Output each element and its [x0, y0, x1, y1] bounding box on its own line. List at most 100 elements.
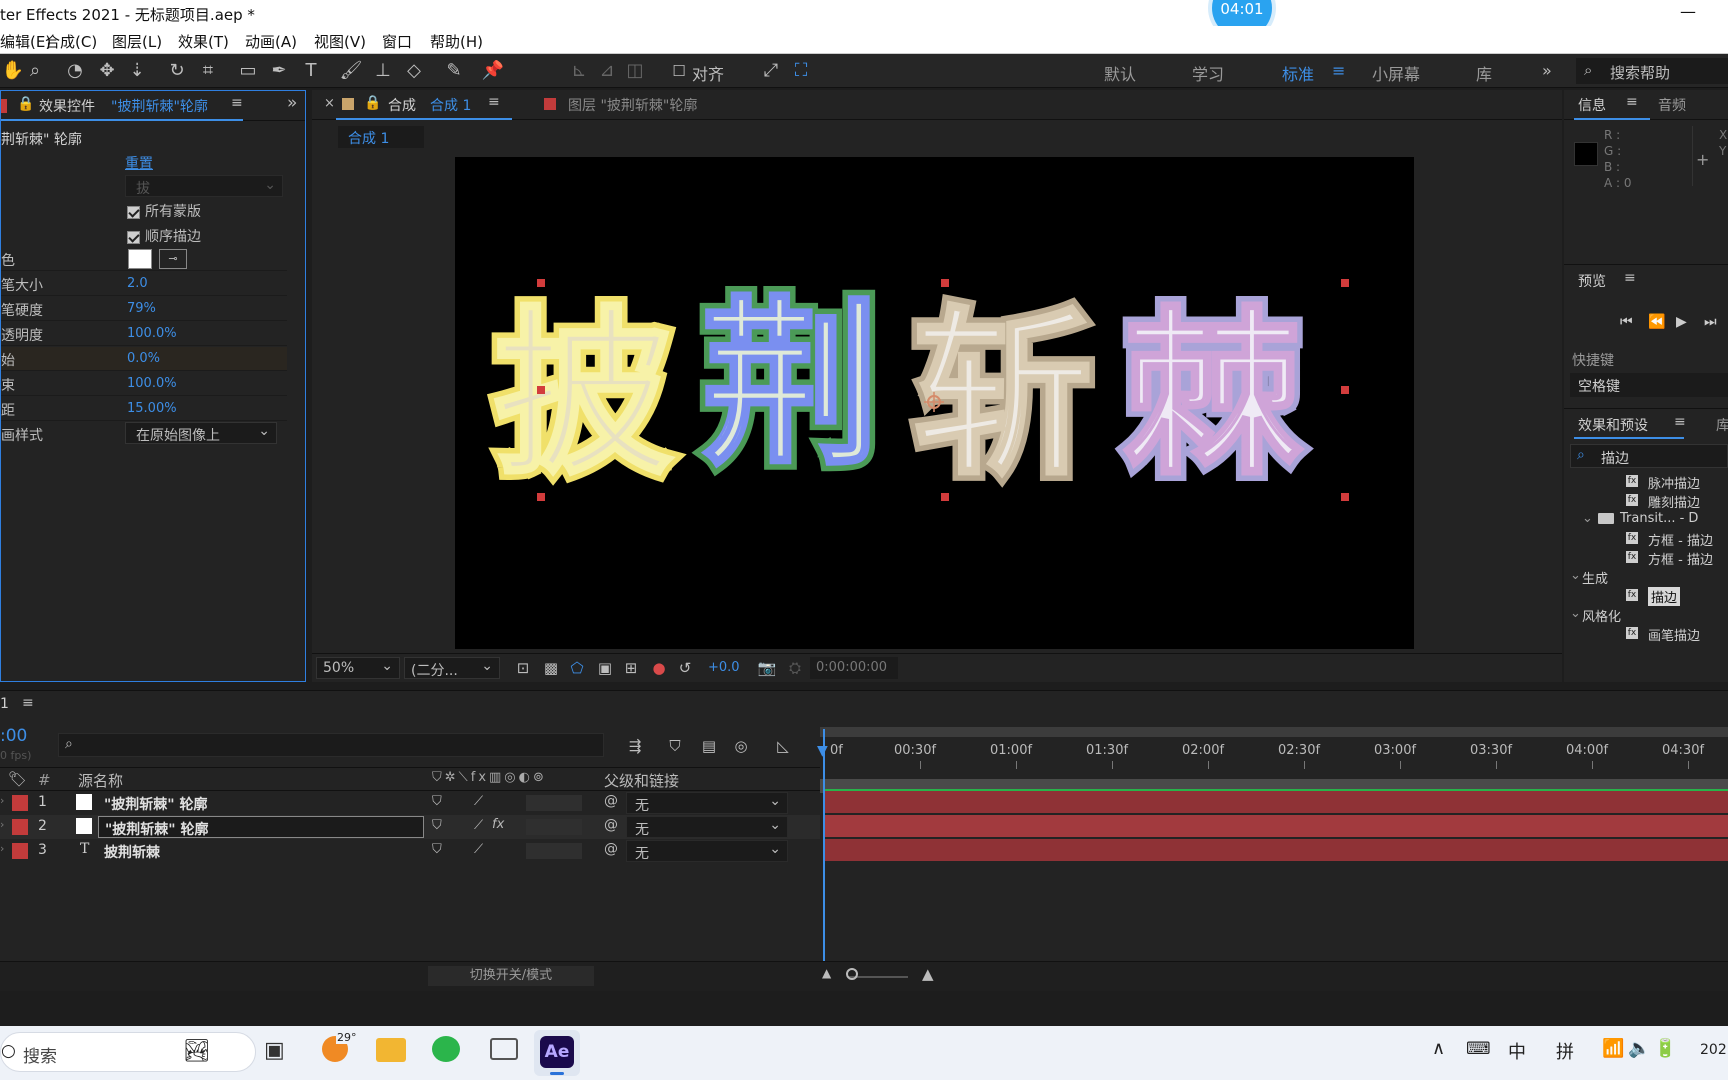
- effect-item[interactable]: fx 雕刻描边: [1564, 491, 1728, 511]
- pan-icon[interactable]: ✥: [94, 58, 120, 84]
- align-checkbox[interactable]: ☐: [666, 58, 692, 84]
- transparency-grid-icon[interactable]: ▩: [538, 655, 564, 681]
- transform-handle[interactable]: [941, 279, 949, 287]
- all-masks-checkbox[interactable]: 所有蒙版: [127, 201, 201, 221]
- minimize-button[interactable]: —: [1680, 2, 1696, 21]
- layer-bar-3[interactable]: [824, 839, 1728, 861]
- text-tool-icon[interactable]: T: [298, 58, 324, 84]
- fast-preview-icon[interactable]: ⊡: [510, 655, 536, 681]
- help-search-input[interactable]: ⌕ 搜索帮助: [1576, 58, 1728, 84]
- quality-switch-icon[interactable]: ⟋: [474, 818, 483, 833]
- quality-switch-icon[interactable]: ⟋: [474, 794, 483, 809]
- snapshot-icon[interactable]: 📷: [754, 655, 780, 681]
- shy-switch-icon[interactable]: ⛉: [432, 794, 442, 809]
- rotate-icon[interactable]: ↻: [164, 58, 190, 84]
- effects-search-input[interactable]: ⌕ 描边: [1570, 444, 1728, 468]
- panel-menu-icon[interactable]: ≡: [1626, 94, 1638, 110]
- channels-icon[interactable]: ●: [646, 655, 672, 681]
- reset-exposure-icon[interactable]: ↺: [672, 655, 698, 681]
- volume-icon[interactable]: 🔈: [1628, 1038, 1650, 1059]
- time-ruler[interactable]: 0f 00:30f 01:00f 01:30f 02:00f 02:30f 03:00f 03…: [820, 727, 1728, 793]
- visibility-toggle-icon[interactable]: ›: [0, 818, 4, 831]
- brush-size-value[interactable]: 2.0: [127, 276, 148, 291]
- eyedropper-icon[interactable]: ⊸: [159, 249, 187, 269]
- transform-handle[interactable]: [537, 493, 545, 501]
- zoom-in-icon[interactable]: ▲: [922, 965, 934, 983]
- timeline-tab[interactable]: 1: [0, 696, 9, 712]
- puppet-icon[interactable]: 📌: [480, 58, 506, 84]
- battery-icon[interactable]: 🔋: [1654, 1038, 1676, 1059]
- play-icon[interactable]: ▶: [1676, 314, 1687, 330]
- menu-help[interactable]: 帮助(H): [430, 31, 483, 52]
- spacing-value[interactable]: 15.00%: [127, 401, 177, 416]
- pen-icon[interactable]: ✒: [266, 58, 292, 84]
- orbit-icon[interactable]: ◔: [62, 58, 88, 84]
- layer-name[interactable]: 披荆斩棘: [98, 840, 424, 862]
- eraser-icon[interactable]: ◇: [401, 58, 427, 84]
- transform-handle[interactable]: [941, 493, 949, 501]
- pickwhip-icon[interactable]: @: [604, 793, 618, 809]
- current-timecode[interactable]: :00: [0, 726, 27, 746]
- label-tag-icon[interactable]: 🏷: [8, 770, 27, 788]
- clock-date[interactable]: 202: [1700, 1042, 1727, 1058]
- layer-bar-2[interactable]: [824, 815, 1728, 837]
- lock-icon[interactable]: 🔒: [17, 96, 34, 112]
- exposure-value[interactable]: +0.0: [708, 660, 740, 675]
- layer-bar-1[interactable]: [824, 791, 1728, 813]
- source-name-header[interactable]: 源名称: [78, 770, 123, 791]
- zoom-slider-knob[interactable]: [846, 968, 858, 980]
- rectangle-icon[interactable]: ▭: [235, 58, 261, 84]
- expand-panels-icon[interactable]: »: [287, 93, 297, 113]
- parent-dropdown[interactable]: 无 ⌄: [626, 816, 788, 838]
- snap-icon[interactable]: ⛶: [788, 58, 814, 84]
- fx-switch-icon[interactable]: fx: [492, 817, 504, 832]
- parent-link-header[interactable]: 父级和链接: [604, 770, 679, 791]
- workspace-learn[interactable]: 学习: [1192, 61, 1224, 85]
- expand-icon[interactable]: ⤢: [758, 58, 784, 84]
- library-tab[interactable]: 库: [1716, 415, 1728, 435]
- start-value[interactable]: 0.0%: [127, 351, 160, 366]
- layer-search-input[interactable]: ⌕: [58, 733, 604, 757]
- frame-blending-icon[interactable]: ▤: [696, 733, 722, 759]
- panel-menu-icon[interactable]: ≡: [1674, 414, 1686, 430]
- show-snapshot-icon[interactable]: ⛭: [782, 655, 808, 681]
- workspace-menu-icon[interactable]: ≡: [1332, 61, 1345, 80]
- shy-switch-icon[interactable]: ⛉: [432, 818, 442, 833]
- brush-hardness-value[interactable]: 79%: [127, 301, 156, 316]
- graph-editor-icon[interactable]: ◺: [770, 733, 796, 759]
- panel-menu-icon[interactable]: ≡: [488, 94, 500, 110]
- resolution-dropdown[interactable]: (二分... ⌄: [404, 657, 500, 679]
- menu-edit[interactable]: 编辑(E): [0, 31, 51, 52]
- breadcrumb[interactable]: 合成 1: [338, 126, 424, 148]
- transform-handle[interactable]: [537, 386, 545, 394]
- lock-icon[interactable]: 🔒: [364, 95, 381, 111]
- label-color-icon[interactable]: [12, 843, 28, 859]
- comp-canvas[interactable]: 披 披 荆 荆 斩 斩 棘 棘: [455, 157, 1414, 649]
- effect-item[interactable]: fx 方框 - 描边: [1564, 529, 1728, 549]
- shy-layers-icon[interactable]: ⛉: [662, 733, 688, 759]
- layer-row[interactable]: › 2 "披荆斩棘" 轮廓 ⛉ ⟋ fx @ 无 ⌄: [0, 815, 820, 839]
- file-explorer-icon[interactable]: [376, 1038, 406, 1062]
- layer-name[interactable]: "披荆斩棘" 轮廓: [98, 816, 424, 838]
- roto-icon[interactable]: ✎: [441, 58, 467, 84]
- visibility-toggle-icon[interactable]: ›: [0, 842, 4, 855]
- effect-item[interactable]: fx 描边: [1564, 586, 1728, 606]
- ime-pinyin[interactable]: 拼: [1556, 1038, 1574, 1064]
- layer-viewer-tab[interactable]: 图层 "披荆斩棘"轮廓: [568, 95, 697, 115]
- playhead[interactable]: [823, 729, 825, 981]
- taskbar-search[interactable]: ○ 搜索 🏞: [0, 1032, 256, 1072]
- transform-handle[interactable]: [537, 279, 545, 287]
- effect-category[interactable]: ⌄ 生成: [1564, 567, 1728, 587]
- axis-world-icon[interactable]: ⊿: [594, 58, 620, 84]
- viewer-timecode[interactable]: 0:00:00:00: [810, 657, 898, 679]
- workspace-default[interactable]: 默认: [1104, 61, 1136, 85]
- reset-link[interactable]: 重置: [125, 153, 153, 173]
- pickwhip-icon[interactable]: @: [604, 817, 618, 833]
- axis-local-icon[interactable]: ⊾: [566, 58, 592, 84]
- brush-icon[interactable]: 🖌: [338, 58, 364, 84]
- motion-blur-icon[interactable]: ◎: [728, 733, 754, 759]
- transform-handle[interactable]: [1341, 279, 1349, 287]
- panel-menu-icon[interactable]: ≡: [1624, 270, 1636, 286]
- tray-chevron-up-icon[interactable]: ∧: [1432, 1038, 1445, 1059]
- taskbar-ae-active[interactable]: Ae: [534, 1030, 580, 1076]
